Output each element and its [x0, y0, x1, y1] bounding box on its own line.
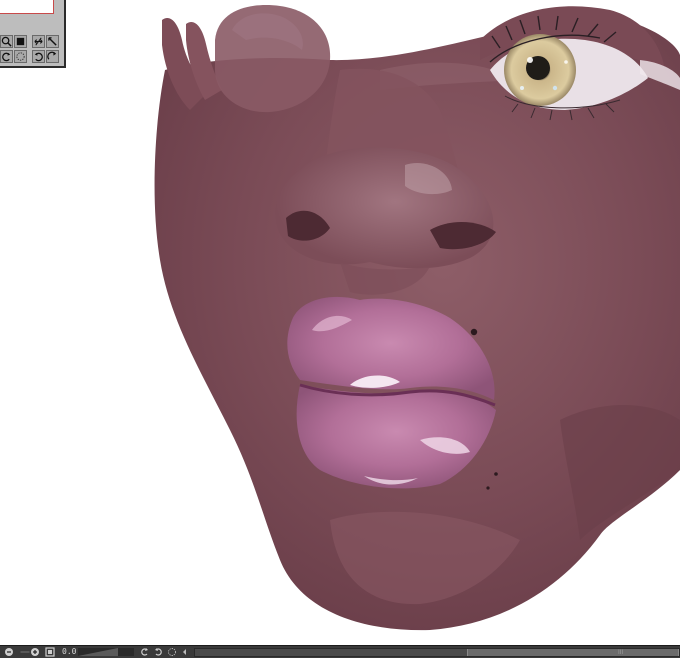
zoom-in-icon[interactable]: [0, 35, 13, 48]
horizontal-scrollbar-thumb[interactable]: III: [467, 649, 679, 656]
horizontal-scrollbar[interactable]: III: [194, 648, 680, 657]
status-bar: 0.0 III: [0, 645, 680, 658]
flip-vertical-icon[interactable]: [46, 35, 59, 48]
reset-view-icon[interactable]: [46, 50, 59, 63]
rotate-reset-icon[interactable]: [14, 50, 27, 63]
eye-sparkle: [552, 85, 558, 91]
navigator-preview[interactable]: [0, 0, 54, 14]
fit-window-icon[interactable]: [14, 35, 27, 48]
fit-icon[interactable]: [44, 647, 55, 657]
flip-horizontal-icon[interactable]: [32, 35, 45, 48]
eye-sparkle: [564, 60, 568, 64]
zoom-out-icon[interactable]: [3, 647, 14, 657]
drawing-canvas[interactable]: [0, 0, 680, 645]
zoom-readout: 0.0: [62, 647, 77, 656]
mole: [486, 486, 490, 490]
jaw-shadow: [560, 405, 680, 540]
mole: [470, 328, 478, 336]
eye-sparkle: [527, 57, 533, 63]
rotate-left-icon[interactable]: [0, 50, 13, 63]
scrollbar-grip: III: [618, 649, 624, 656]
eye-sparkle: [520, 86, 524, 90]
zoom-slider[interactable]: [78, 648, 134, 656]
rotate-reset-icon[interactable]: [166, 647, 177, 657]
navigator-panel: [0, 0, 66, 68]
rotate-left-icon[interactable]: [139, 647, 150, 657]
painting-artwork: [154, 5, 680, 631]
mole: [494, 472, 498, 476]
scroll-left-icon[interactable]: [180, 647, 190, 657]
zoom-slider-fill: [78, 648, 118, 656]
rotate-right-icon[interactable]: [152, 647, 163, 657]
rotate-right-icon[interactable]: [32, 50, 45, 63]
zoom-in-icon[interactable]: [29, 647, 40, 657]
